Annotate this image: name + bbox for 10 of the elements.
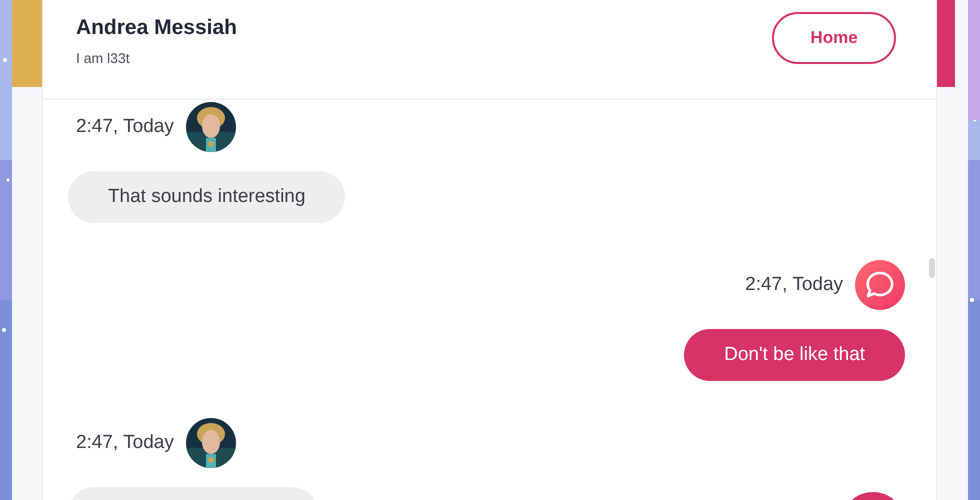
chat-bubble-icon bbox=[855, 260, 906, 310]
message-bubble: That sounds interesting bbox=[68, 171, 346, 223]
home-button[interactable]: Home bbox=[772, 12, 896, 64]
contact-name: Andrea Messiah bbox=[76, 16, 237, 40]
message-bubble: Don't be like that bbox=[684, 329, 906, 381]
status-text: I am l33t bbox=[76, 50, 131, 66]
message-time: 2:47, Today bbox=[76, 116, 174, 138]
message-time: 2:47, Today bbox=[76, 432, 174, 454]
scrollbar[interactable] bbox=[929, 258, 936, 278]
message-time: 2:47, Today bbox=[745, 274, 844, 296]
